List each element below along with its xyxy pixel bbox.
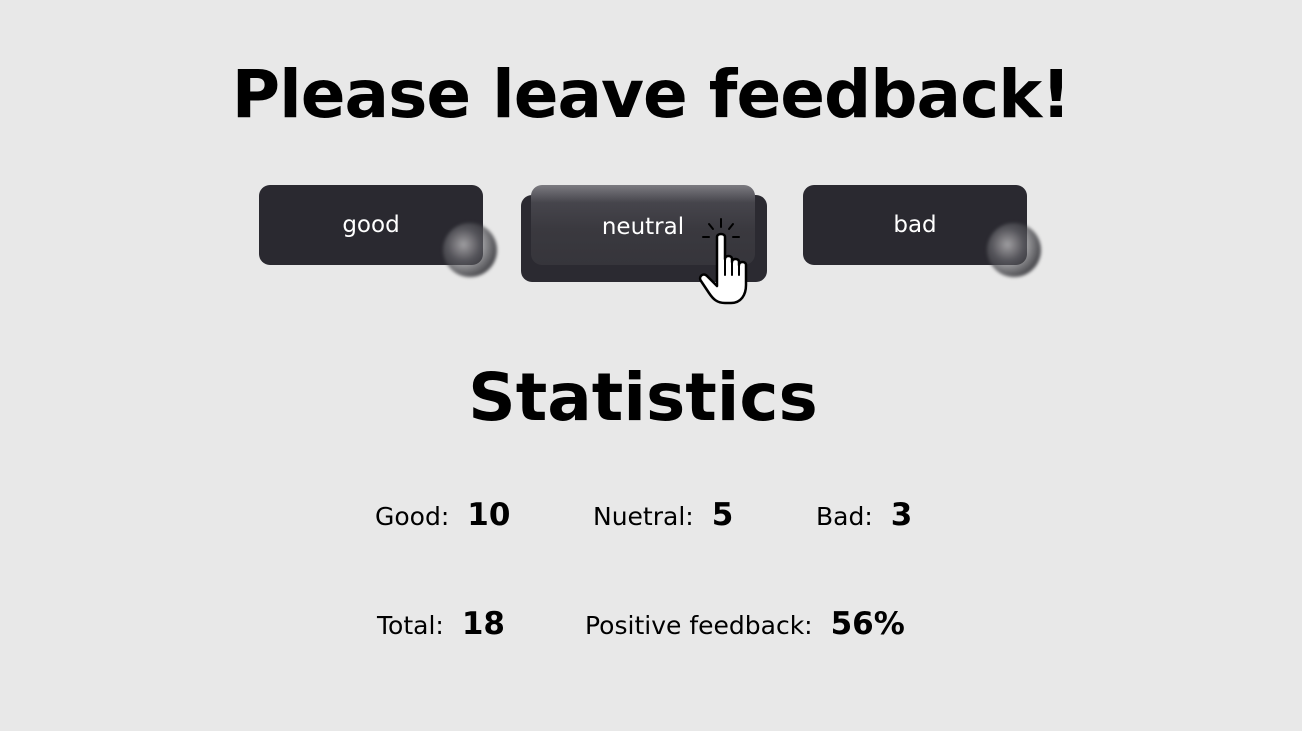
neutral-button[interactable]: neutral <box>531 185 755 265</box>
neutral-button-container: neutral <box>521 185 781 315</box>
good-button-container: good <box>259 185 499 285</box>
stat-positive-feedback: Positive feedback: 56% <box>585 604 905 646</box>
stat-total-value: 18 <box>461 606 505 642</box>
statistics-title: Statistics <box>468 359 818 436</box>
stat-neutral-label: Nuetral: <box>593 502 694 531</box>
stat-total: Total: 18 <box>377 604 505 646</box>
stat-good-label: Good: <box>375 502 450 531</box>
stat-positive-feedback-label: Positive feedback: <box>585 611 813 640</box>
good-button[interactable]: good <box>259 185 483 265</box>
stat-bad: Bad: 3 <box>816 495 912 537</box>
page-title: Please leave feedback! <box>231 56 1071 133</box>
stat-neutral-value: 5 <box>711 497 734 533</box>
stat-positive-feedback-value: 56% <box>830 606 905 642</box>
stat-total-label: Total: <box>377 611 444 640</box>
feedback-page: Please leave feedback! good neutral bad … <box>0 0 1302 731</box>
stat-good-value: 10 <box>467 497 511 533</box>
bad-button-container: bad <box>803 185 1043 285</box>
good-button-label: good <box>342 212 400 238</box>
neutral-button-label: neutral <box>601 214 685 240</box>
stat-good: Good: 10 <box>375 495 510 537</box>
bad-button[interactable]: bad <box>803 185 1027 265</box>
stat-bad-value: 3 <box>890 497 913 533</box>
bad-button-label: bad <box>893 212 937 238</box>
stat-bad-label: Bad: <box>816 502 873 531</box>
stat-neutral: Nuetral: 5 <box>593 495 733 537</box>
